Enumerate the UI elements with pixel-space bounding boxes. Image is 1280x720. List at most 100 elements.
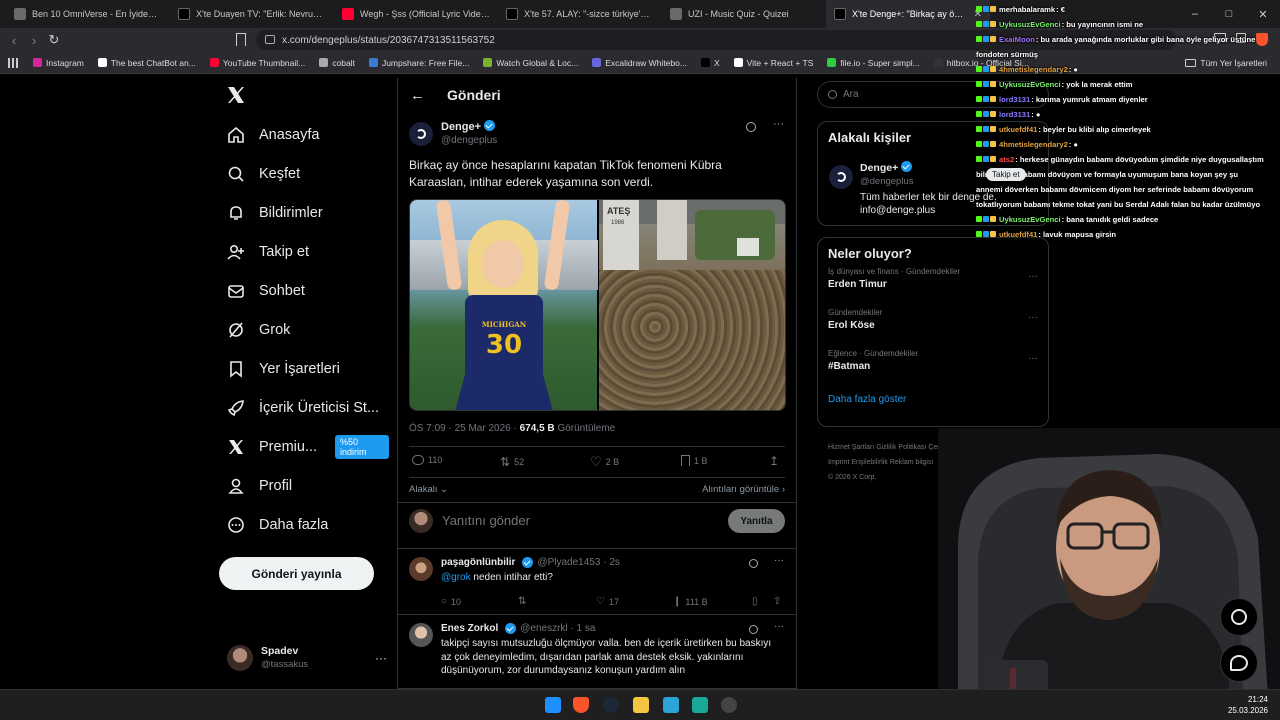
browser-tab[interactable]: Ben 10 OmniVerse - En İyiden En Kö <box>6 0 170 28</box>
grok-floating-button[interactable] <box>1220 598 1258 636</box>
grok-icon[interactable] <box>749 559 758 568</box>
trend-item[interactable]: İş dünyası ve finans · Gündemdekiler Erde… <box>818 263 1048 304</box>
repost-button[interactable]: ⇅ 52 <box>500 455 524 469</box>
browser-tab[interactable]: X'te Denge+: "Birkaç ay önce he✕ <box>826 0 990 28</box>
reply-input[interactable]: Yanıtını gönder <box>442 513 530 528</box>
reply-author-name[interactable]: Enes Zorkol <box>441 623 498 634</box>
account-switcher[interactable]: Spadev @tassakus ··· <box>227 643 387 673</box>
like-button[interactable]: ♡ 2 B <box>590 454 619 470</box>
bookmark-button[interactable]: ▯ <box>752 596 758 607</box>
messages-floating-button[interactable] <box>1220 644 1258 682</box>
more-icon[interactable]: ··· <box>1028 312 1038 323</box>
post-media[interactable]: MICHIGAN 30 ATEŞ 1986 <box>409 199 786 411</box>
nav-item-rocket[interactable]: İçerik Üreticisi St... <box>219 388 389 427</box>
author-name[interactable]: Denge+ <box>441 121 481 133</box>
trend-item[interactable]: Gündemdekiler Erol Köse ··· <box>818 304 1048 345</box>
media-image-left[interactable]: MICHIGAN 30 <box>410 200 598 410</box>
nav-item-more-circle[interactable]: Daha fazla <box>219 505 389 544</box>
avatar[interactable] <box>409 557 433 581</box>
bookmark-item[interactable]: Jumpshare: Free File... <box>362 58 476 68</box>
browser-tab[interactable]: UZI - Music Quiz - Quizei <box>662 0 826 28</box>
more-icon[interactable]: ··· <box>774 621 784 632</box>
nav-item-person[interactable]: Profil <box>219 466 389 505</box>
reply-button[interactable]: ○ 10 <box>441 596 461 607</box>
chat-username[interactable]: lord3131 <box>999 92 1030 107</box>
related-avatar[interactable] <box>829 165 853 189</box>
nav-item-add-user[interactable]: Takip et <box>219 232 389 271</box>
related-name[interactable]: Denge+ <box>860 162 898 174</box>
chat-username[interactable]: UykusuzEvGenci <box>999 17 1061 32</box>
nav-item-bell[interactable]: Bildirimler <box>219 193 389 232</box>
author-handle[interactable]: @dengeplus <box>441 134 497 147</box>
reload-icon[interactable]: ↻ <box>44 32 64 48</box>
follow-tooltip[interactable]: Takip et <box>986 168 1026 181</box>
chat-username[interactable]: ExaiMoon <box>999 35 1035 44</box>
back-arrow-icon[interactable]: ← <box>410 87 425 104</box>
bookmark-item[interactable]: YouTube Thumbnail... <box>203 58 312 68</box>
show-more-link[interactable]: Daha fazla göster <box>818 386 1048 413</box>
view-quotes-link[interactable]: Alıntıları görüntüle › <box>702 484 785 495</box>
share-button[interactable]: ⇧ <box>773 596 781 607</box>
nav-item-x-logo[interactable]: Premiu... %50 indirim <box>219 427 389 466</box>
system-clock[interactable]: 21:24 25.03.2026 <box>1228 694 1268 716</box>
post-button[interactable]: Gönderi yayınla <box>219 557 374 590</box>
chat-username[interactable]: ats2 <box>999 155 1014 164</box>
nav-item-search[interactable]: Keşfet <box>219 154 389 193</box>
nav-item-grok[interactable]: Grok <box>219 310 389 349</box>
reply-author-name[interactable]: paşagönlünbilir <box>441 557 515 568</box>
forward-icon[interactable]: › <box>24 33 44 48</box>
chat-username[interactable]: 4hmetislegendary2 <box>999 137 1068 152</box>
obs-icon[interactable] <box>721 697 737 713</box>
chat-username[interactable]: merhabalaramk <box>999 2 1055 17</box>
bookmark-item[interactable]: Vite + React + TS <box>727 58 821 68</box>
more-icon[interactable]: ··· <box>773 118 784 130</box>
reply-button[interactable]: 110 <box>412 455 442 465</box>
nav-item-bookmark[interactable]: Yer İşaretleri <box>219 349 389 388</box>
share-button[interactable]: ↥ <box>769 454 779 468</box>
avatar[interactable] <box>409 623 433 647</box>
browser-tab[interactable]: X'te 57. ALAY: "-sizce türkiye'de insan <box>498 0 662 28</box>
media-image-right[interactable]: ATEŞ 1986 <box>599 200 785 410</box>
chat-username[interactable]: UykusuzEvGenci <box>999 77 1061 92</box>
sort-dropdown[interactable]: Alakalı ⌄ <box>409 484 448 495</box>
bookmark-item[interactable]: file.io - Super simpl... <box>820 58 926 68</box>
reply-item[interactable]: paşagönlünbilir @Plyade1453 · 2s ··· @grok … <box>398 549 796 615</box>
repost-button[interactable]: ⇅ <box>518 596 526 607</box>
browser-tab[interactable]: Wegh - Şss (Official Lyric Video) - You <box>334 0 498 28</box>
bookmark-button[interactable]: 1 B <box>681 455 708 466</box>
chat-username[interactable]: 4hmetislegendary2 <box>999 62 1068 77</box>
more-icon[interactable]: ··· <box>1028 271 1038 282</box>
reply-item[interactable]: Enes Zorkol @eneszrkl · 1 sa ··· takipçi sa… <box>398 615 796 689</box>
chat-username[interactable]: lord3131 <box>999 107 1030 122</box>
chat-username[interactable]: utkuefdf41 <box>999 122 1037 137</box>
mention-link[interactable]: @grok <box>441 572 471 583</box>
bookmark-item[interactable]: Instagram <box>26 58 91 68</box>
bookmark-page-icon[interactable] <box>236 33 246 46</box>
back-icon[interactable]: ‹ <box>4 33 24 48</box>
bookmark-item[interactable]: Watch Global & Loc... <box>476 58 585 68</box>
bookmark-item[interactable]: The best ChatBot an... <box>91 58 203 68</box>
views-button[interactable]: ❙ 111 B <box>673 596 708 607</box>
more-icon[interactable]: ··· <box>1028 353 1038 364</box>
store-icon[interactable] <box>663 697 679 713</box>
chat-username[interactable]: utkuefdf41 <box>999 227 1037 242</box>
windows-start-icon[interactable] <box>545 697 561 713</box>
site-info-icon[interactable] <box>265 35 275 44</box>
brave-browser-icon[interactable] <box>573 697 589 713</box>
nav-item-home[interactable]: Anasayfa <box>219 115 389 154</box>
nav-item-mail[interactable]: Sohbet <box>219 271 389 310</box>
bookmark-item[interactable]: X <box>694 58 727 68</box>
x-logo-icon[interactable] <box>226 85 246 105</box>
notes-app-icon[interactable] <box>692 697 708 713</box>
reply-author-handle[interactable]: @Plyade1453 · 2s <box>537 557 619 568</box>
steam-icon[interactable] <box>603 697 619 713</box>
browser-tab[interactable]: X'te Duayen TV: "Erlik: Nevruz'da TUS <box>170 0 334 28</box>
author-avatar[interactable] <box>409 121 433 146</box>
reply-author-handle[interactable]: @eneszrkl · 1 sa <box>520 623 595 634</box>
trend-item[interactable]: Eğlence · Gündemdekiler #Batman ··· <box>818 345 1048 386</box>
more-icon[interactable]: ··· <box>375 651 387 665</box>
chat-username[interactable]: UykusuzEvGenci <box>999 212 1061 227</box>
reply-submit-button[interactable]: Yanıtla <box>728 509 785 533</box>
file-explorer-icon[interactable] <box>633 697 649 713</box>
grok-icon[interactable] <box>746 122 756 132</box>
